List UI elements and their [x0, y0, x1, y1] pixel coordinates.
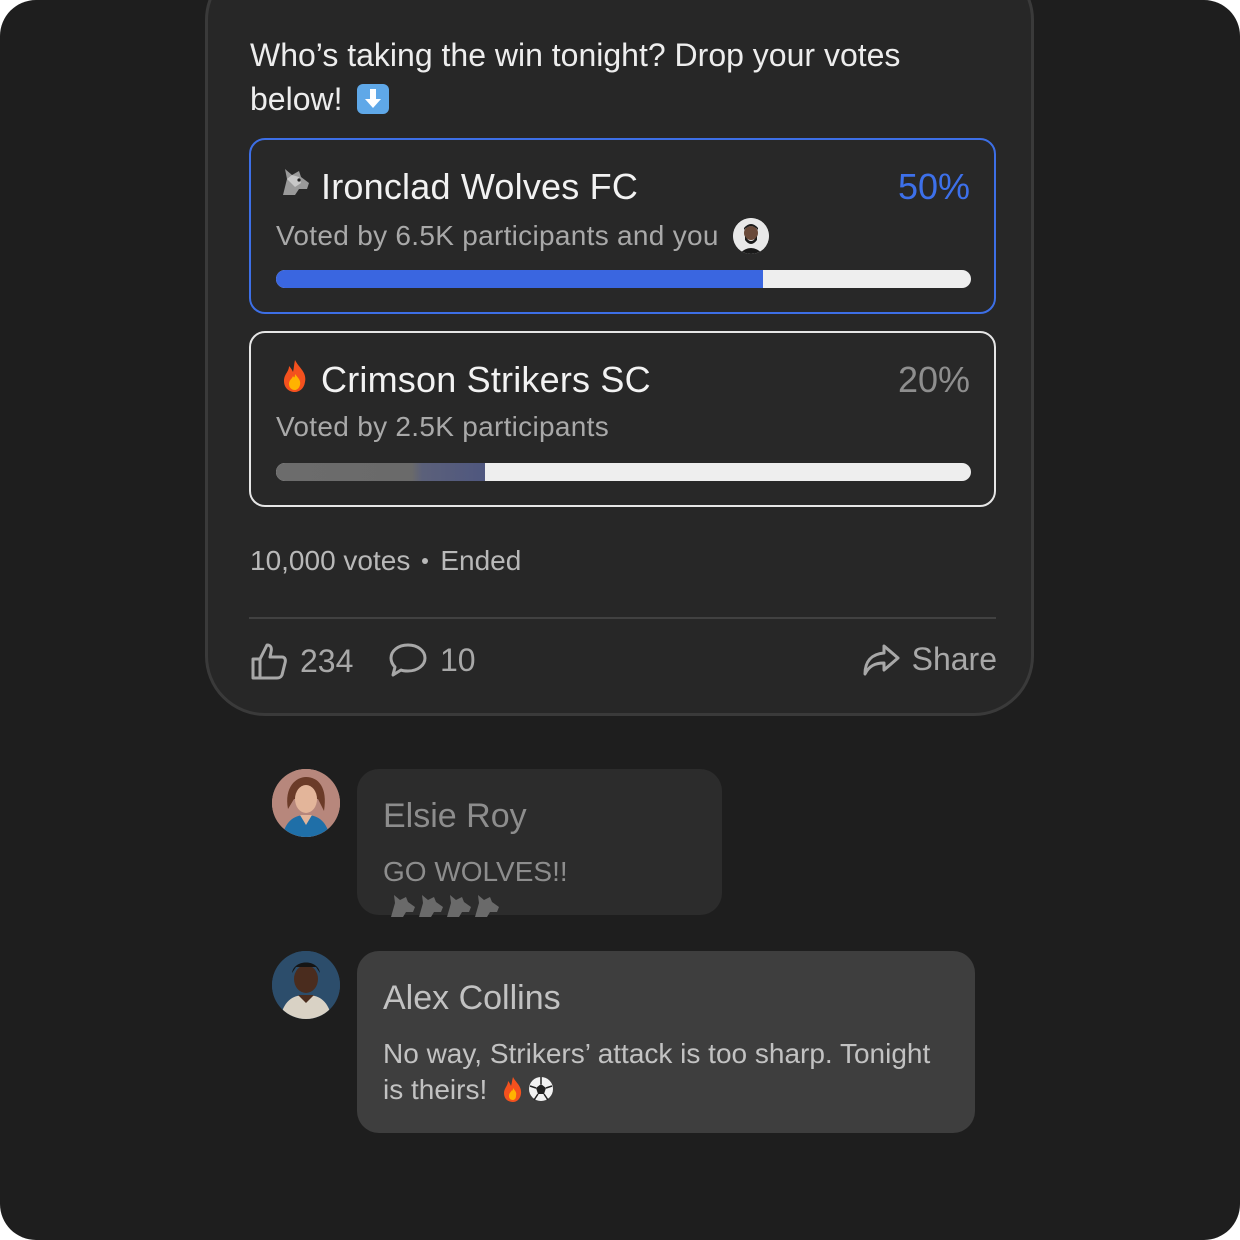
divider [249, 617, 996, 619]
wolf-icon [283, 169, 309, 195]
vote-count: 2.5K [395, 411, 455, 442]
progress-fill [276, 463, 485, 481]
option-progress-bar [276, 463, 971, 481]
poll-option-ironclad-wolves[interactable]: Ironclad Wolves FC 50% Voted by 6.5K par… [249, 138, 996, 314]
commenter-name: Alex Collins [383, 979, 561, 1017]
total-votes: 10,000 votes [250, 545, 411, 576]
screen: Who’s taking the win tonight? Drop your … [0, 0, 1240, 1240]
participants-label: participants [462, 220, 609, 251]
poll-option-crimson-strikers[interactable]: Crimson Strikers SC 20% Voted by 2.5K pa… [249, 331, 996, 507]
wolf-emoji-icon [391, 895, 499, 917]
share-button[interactable]: Share [862, 641, 997, 678]
comment-text-content: No way, Strikers’ attack is too sharp. T… [383, 1038, 931, 1105]
poll-meta: 10,000 votes Ended [250, 545, 521, 577]
poll-card: Who’s taking the win tonight? Drop your … [205, 0, 1034, 716]
comment-button[interactable]: 10 [388, 641, 476, 679]
poll-status: Ended [440, 545, 522, 576]
thumbs-up-icon [251, 643, 287, 680]
post-actions: 234 10 Share [250, 641, 997, 687]
and-you-label: and you [617, 220, 719, 251]
option-votes: Voted by 2.5K participants [276, 411, 609, 443]
voted-by-label: Voted by [276, 220, 388, 251]
fire-icon [284, 360, 306, 392]
commenter-avatar [272, 951, 340, 1019]
separator-dot [422, 558, 429, 564]
option-percent: 20% [897, 359, 970, 400]
option-title: Crimson Strikers SC [321, 359, 651, 400]
participants-label: participants [462, 411, 609, 442]
comment-text: No way, Strikers’ attack is too sharp. T… [383, 1036, 949, 1108]
fire-and-soccer-emoji-icon [504, 1077, 554, 1102]
comment-icon [389, 643, 427, 677]
your-avatar [732, 218, 769, 254]
option-title: Ironclad Wolves FC [321, 166, 639, 207]
like-count: 234 [300, 642, 354, 679]
share-label: Share [911, 641, 997, 677]
commenter-avatar [272, 769, 340, 837]
option-progress-bar [276, 270, 971, 288]
option-percent: 50% [897, 166, 970, 207]
down-arrow-emoji-icon [357, 84, 390, 114]
commenter-name: Elsie Roy [383, 797, 527, 835]
comment-bubble: Alex Collins No way, Strikers’ attack is… [357, 951, 975, 1133]
progress-fill [276, 270, 763, 288]
comment-count: 10 [440, 641, 476, 678]
vote-count: 6.5K [395, 220, 455, 251]
comment-bubble: Elsie Roy GO WOLVES!! [357, 769, 722, 917]
poll-question-text: Who’s taking the win tonight? Drop your … [250, 37, 901, 117]
comment-text: GO WOLVES!! [383, 854, 696, 926]
share-icon [863, 644, 900, 675]
poll-question: Who’s taking the win tonight? Drop your … [250, 33, 950, 121]
option-votes: Voted by 6.5K participants and you [276, 218, 769, 254]
comment-text-content: GO WOLVES!! [383, 856, 568, 887]
voted-by-label: Voted by [276, 411, 388, 442]
like-button[interactable]: 234 [250, 641, 353, 681]
